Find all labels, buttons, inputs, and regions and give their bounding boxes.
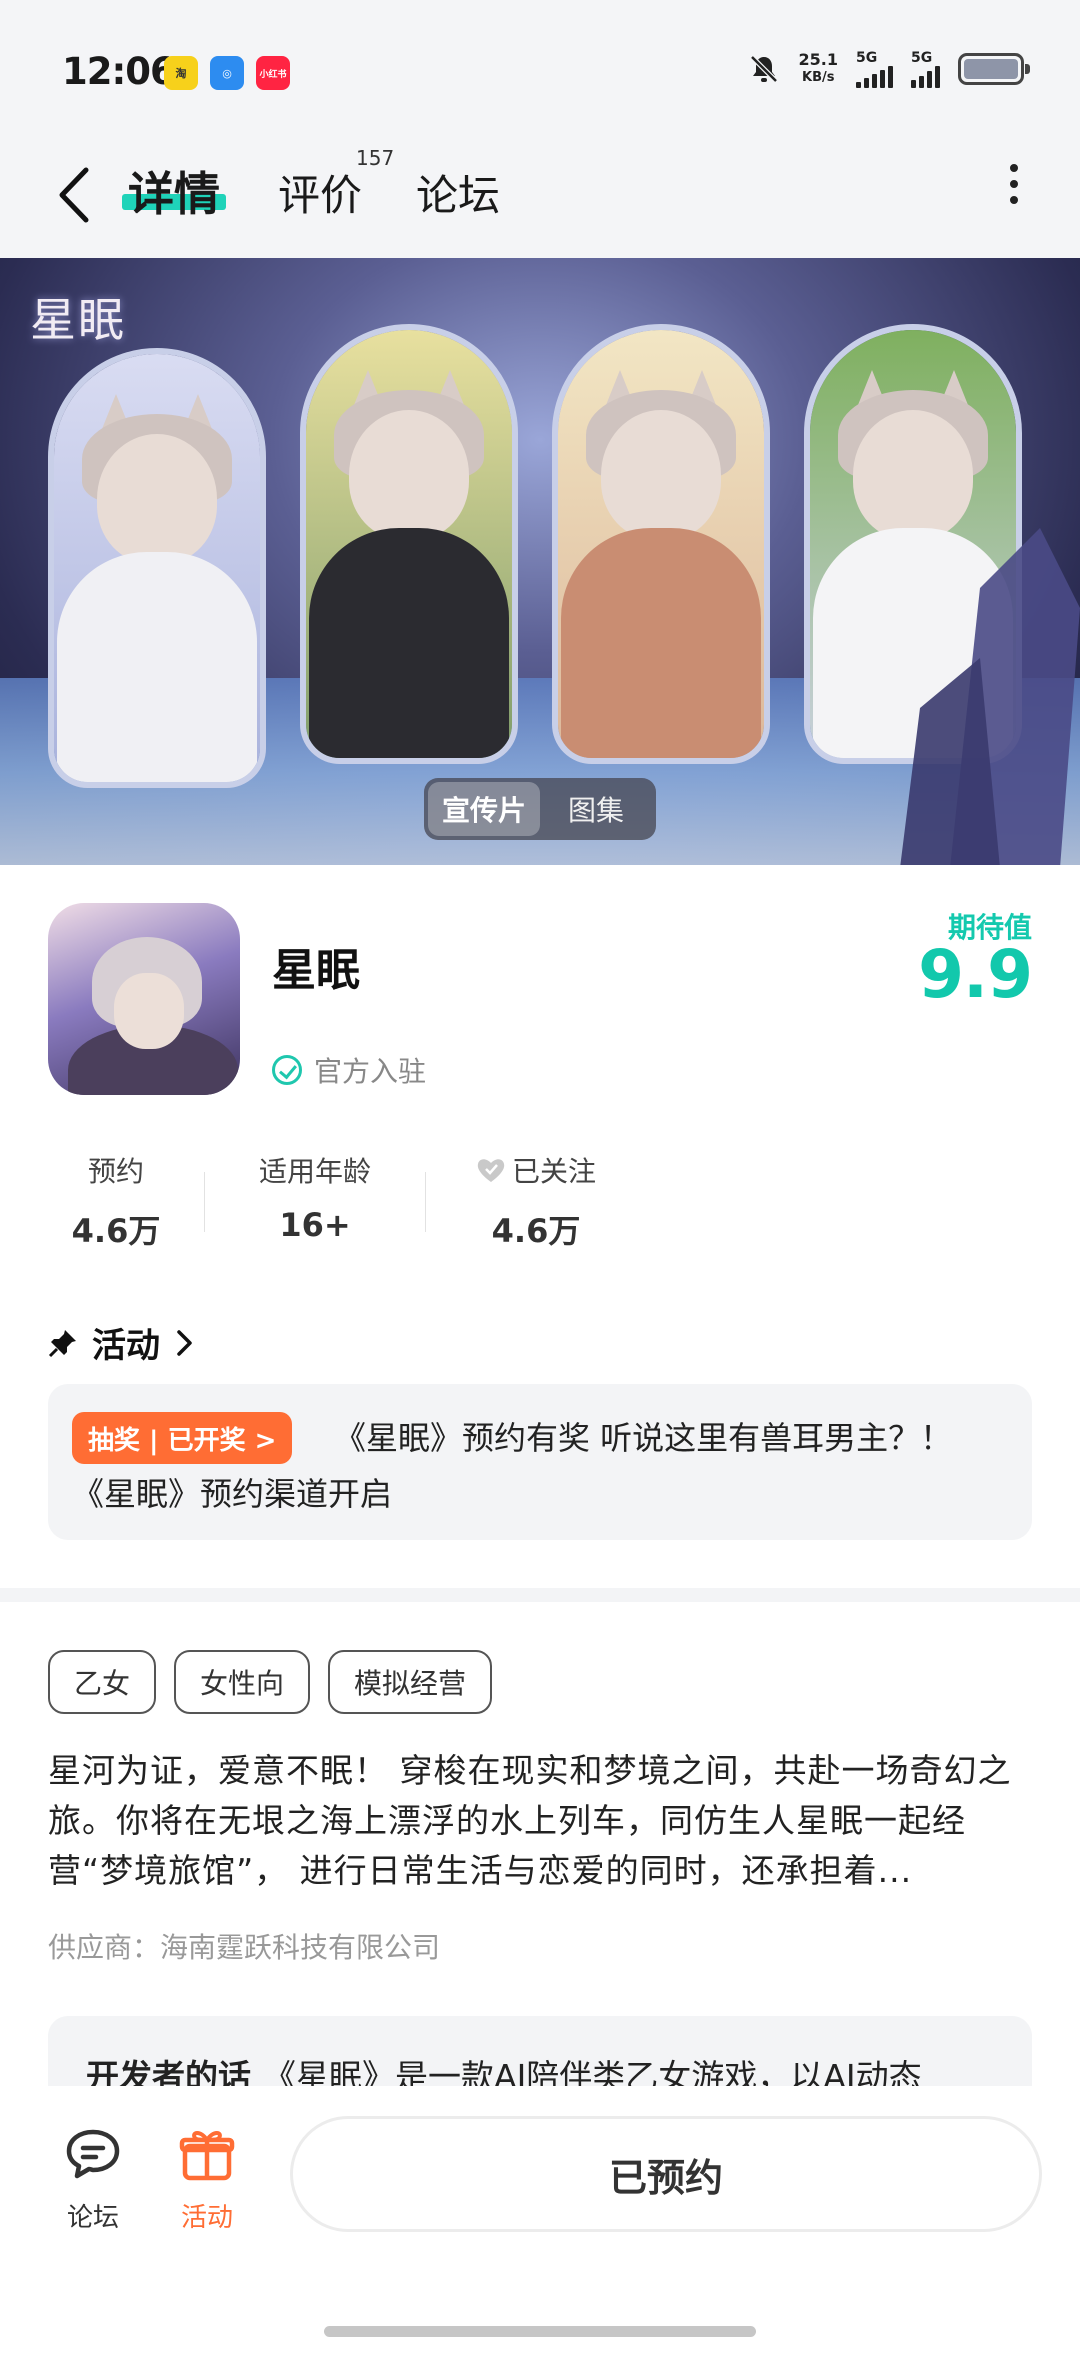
gift-icon [179,2131,235,2181]
official-label: 官方入驻 [314,1055,427,1088]
genre-tag[interactable]: 乙女 [48,1650,157,1714]
tab-details[interactable]: 详情 [128,158,220,224]
network-speed-unit: KB/s [802,70,835,85]
status-indicators: 25.1 KB/s 5G 5G [747,50,1030,88]
review-count-badge: 157 [356,146,395,170]
promo-banner[interactable]: 星眠 宣传片 图集 [0,258,1080,865]
genre-tag[interactable]: 模拟经营 [328,1650,493,1714]
reserved-button[interactable]: 已预约 [290,2116,1042,2232]
signal-1: 5G [856,50,893,88]
section-divider [0,1588,1080,1602]
back-arrow-icon[interactable] [52,162,100,228]
developer-note-text: 《星眠》是一款AI陪伴类乙女游戏，以AI动态 [263,2057,922,2086]
forum-nav-label: 论坛 [66,2203,119,2233]
bottom-action-bar: 论坛 活动 已预约 [0,2086,1080,2358]
activity-card[interactable]: 《星眠》预约有奖 听说这里有兽耳男主？！《星眠》预约渠道开启 抽奖 | 已开奖 … [48,1384,1032,1540]
notification-app-icon-2: ◎ [210,56,244,90]
forum-chat-icon [66,2129,120,2179]
app-icon [48,903,240,1095]
stat-label-wrap: 已关注 [446,1150,626,1190]
genre-tag[interactable]: 女性向 [174,1650,311,1714]
signal-2: 5G [911,50,940,88]
network-speed: 25.1 KB/s [799,51,838,87]
battery-icon [958,53,1030,85]
forum-nav-button[interactable]: 论坛 [48,2126,138,2234]
more-options-icon[interactable] [1008,164,1020,204]
stat-label: 预约 [87,1155,144,1188]
divider [425,1172,426,1232]
verified-check-icon [272,1055,302,1085]
signal-2-label: 5G [911,50,933,66]
stat-value: 16+ [279,1206,351,1244]
signal-bars-icon [911,66,940,88]
divider [204,1172,205,1232]
status-time: 12:06 [62,50,176,93]
status-bar: 12:06 淘 ◎ 小红书 25.1 KB/s 5G 5G [0,0,1080,140]
stats-row: 预约 4.6万 适用年龄 16+ 已关注 4.6万 [48,1150,626,1252]
app-title: 星眠 [272,945,360,996]
video-tab-button[interactable]: 宣传片 [428,782,540,836]
chevron-right-icon [177,1329,192,1356]
genre-tags: 乙女 女性向 模拟经营 [48,1650,493,1714]
pin-icon [48,1329,76,1357]
stat-value: 4.6万 [71,1212,161,1250]
notification-app-icon-3: 小红书 [256,56,290,90]
stat-reservations: 预约 4.6万 [48,1150,184,1252]
activity-section-header[interactable]: 活动 [48,1318,196,1367]
supplier-info: 供应商：海南霆跃科技有限公司 [48,1931,441,1964]
mute-icon [749,55,778,83]
stat-age-rating: 适用年龄 16+ [225,1150,405,1252]
heart-icon [477,1159,505,1182]
banner-character-3 [552,324,770,764]
activity-title: 活动 [92,1326,160,1366]
network-speed-value: 25.1 [798,50,838,69]
game-description[interactable]: 星河为证，爱意不眠！ 穿梭在现实和梦境之间，共赴一场奇幻之旅。你将在无垠之海上漂… [48,1746,1038,1896]
banner-character-1 [48,348,266,788]
tab-reviews[interactable]: 评价 [278,162,362,223]
signal-bars-icon [856,66,893,88]
official-badge: 官方入驻 [272,1050,426,1090]
developer-note: 开发者的话 《星眠》是一款AI陪伴类乙女游戏，以AI动态 [86,2050,922,2086]
expectation-score: 9.9 [918,936,1033,1013]
signal-1-label: 5G [856,50,878,66]
media-switch: 宣传片 图集 [424,778,656,840]
lottery-tag: 抽奖 | 已开奖 > [72,1412,293,1464]
developer-note-card[interactable]: 开发者的话 《星眠》是一款AI陪伴类乙女游戏，以AI动态 [48,2016,1032,2086]
banner-character-2 [300,324,518,764]
developer-note-label: 开发者的话 [86,2057,251,2086]
stat-followers[interactable]: 已关注 4.6万 [446,1150,626,1252]
stat-label: 已关注 [511,1155,596,1188]
crystal-decoration [900,528,1080,865]
notification-app-icon-1: 淘 [164,56,198,90]
game-logo: 星眠 [30,293,126,347]
activity-nav-button[interactable]: 活动 [162,2126,252,2234]
home-indicator[interactable] [324,2326,756,2337]
activity-nav-label: 活动 [180,2203,233,2233]
stat-label: 适用年龄 [258,1155,371,1188]
gallery-tab-button[interactable]: 图集 [540,782,652,836]
stat-value: 4.6万 [491,1212,581,1250]
tab-forum[interactable]: 论坛 [416,162,500,223]
